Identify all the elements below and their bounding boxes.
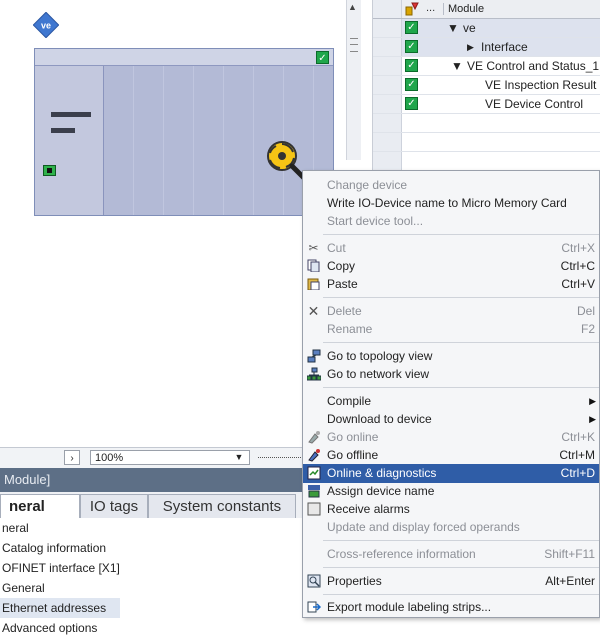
menu-item-start-device-tool[interactable]: Start device tool...: [303, 212, 599, 231]
tree-row-label: VE Inspection Result: [485, 78, 597, 92]
zoom-select[interactable]: 100%: [90, 450, 250, 465]
nav-item-general[interactable]: neral: [0, 518, 29, 538]
network-icon: [306, 367, 321, 382]
ve-badge-label: ve: [41, 21, 51, 31]
module-column-header[interactable]: Module: [443, 3, 484, 15]
tree-row[interactable]: ✓ ▼ VE Control and Status_1: [373, 57, 600, 76]
check-icon: ✓: [405, 21, 418, 34]
menu-item-download-to-device[interactable]: Download to device ▶: [303, 410, 599, 429]
tree-row[interactable]: ✓ VE Inspection Result: [373, 76, 600, 95]
go-offline-icon: [306, 448, 321, 463]
led-bar: [51, 128, 75, 133]
nav-item-general-sub[interactable]: General: [0, 578, 45, 598]
menu-item-go-to-topology-view[interactable]: Go to topology view: [303, 347, 599, 366]
zoom-value: 100%: [95, 452, 124, 464]
inspector-tabs: neral IO tags System constants: [0, 492, 310, 519]
tree-row[interactable]: ✓ ▶ Interface: [373, 38, 600, 57]
nav-item-profinet-interface[interactable]: OFINET interface [X1]: [0, 558, 120, 578]
menu-item-online-diagnostics[interactable]: Online & diagnostics Ctrl+D: [303, 464, 599, 483]
nav-item-ethernet-addresses[interactable]: Ethernet addresses: [0, 598, 120, 618]
nav-item-advanced-options[interactable]: Advanced options: [0, 618, 97, 638]
device-header: ✓: [35, 49, 333, 66]
tree-row-label: Interface: [481, 40, 528, 54]
inspector-nav: neral Catalog information OFINET interfa…: [0, 518, 310, 635]
module-status-icon: [405, 2, 419, 16]
tree-row[interactable]: ✓ VE Device Control: [373, 95, 600, 114]
expander-icon[interactable]: ▼: [451, 59, 463, 73]
menu-item-assign-device-name[interactable]: Assign device name: [303, 482, 599, 501]
zoom-slider[interactable]: [258, 457, 303, 458]
menu-item-properties[interactable]: Properties Alt+Enter: [303, 572, 599, 591]
menu-item-copy[interactable]: Copy Ctrl+C: [303, 257, 599, 276]
device-head-module[interactable]: [35, 66, 104, 215]
tab-io-tags[interactable]: IO tags: [80, 494, 148, 518]
nav-item-catalog-information[interactable]: Catalog information: [0, 538, 106, 558]
tree-header: ... Module: [373, 0, 600, 19]
expander-icon[interactable]: ▼: [447, 21, 459, 35]
menu-item-update-forced-operands[interactable]: Update and display forced operands: [303, 518, 599, 537]
device-slots[interactable]: [104, 66, 333, 215]
check-icon: ✓: [405, 59, 418, 72]
assign-name-icon: [306, 484, 321, 499]
export-icon: [306, 600, 321, 615]
menu-item-go-online[interactable]: Go online Ctrl+K: [303, 428, 599, 447]
diagnostics-icon: [306, 466, 321, 481]
properties-icon: [306, 574, 321, 589]
tree-row: [373, 133, 600, 152]
tab-general[interactable]: neral: [0, 494, 80, 518]
copy-icon: [306, 259, 321, 274]
menu-item-write-io-device-name[interactable]: Write IO-Device name to Micro Memory Car…: [303, 194, 599, 213]
device-box[interactable]: ✓: [34, 48, 334, 216]
submenu-arrow-icon: ▶: [589, 414, 596, 424]
paste-icon: [306, 277, 321, 292]
menu-item-go-to-network-view[interactable]: Go to network view: [303, 365, 599, 384]
menu-item-change-device[interactable]: Change device: [303, 176, 599, 195]
scroll-grip[interactable]: [350, 38, 358, 52]
column-options[interactable]: ...: [426, 2, 435, 14]
go-online-icon: [306, 430, 321, 445]
check-icon: ✓: [405, 97, 418, 110]
tree-row-label: VE Device Control: [485, 97, 584, 111]
inspector-title: Module]: [0, 468, 310, 492]
tree-row: [373, 114, 600, 133]
chevron-down-icon[interactable]: ▼: [232, 451, 246, 463]
ve-badge-icon: ve: [33, 12, 59, 38]
tree-row[interactable]: ✓ ▼ ve: [373, 19, 600, 38]
module-tree: ... Module ✓ ▼ ve ✓ ▶ Interface ✓ ▼ VE C…: [372, 0, 600, 175]
check-icon: ✓: [316, 51, 329, 64]
menu-item-delete[interactable]: ✕ Delete Del: [303, 302, 599, 321]
context-menu: Change device Write IO-Device name to Mi…: [302, 170, 600, 618]
menu-item-receive-alarms[interactable]: Receive alarms: [303, 500, 599, 519]
tab-system-constants[interactable]: System constants: [148, 494, 296, 518]
menu-item-cross-reference[interactable]: Cross-reference information Shift+F11: [303, 545, 599, 564]
tree-row-label: VE Control and Status_1: [467, 59, 600, 73]
ethernet-port-icon[interactable]: [43, 165, 56, 176]
menu-item-compile[interactable]: Compile ▶: [303, 392, 599, 411]
tree-row-label: ve: [463, 21, 476, 35]
tree-row: [373, 152, 600, 171]
led-bar: [51, 112, 91, 117]
menu-item-paste[interactable]: Paste Ctrl+V: [303, 275, 599, 294]
expander-icon[interactable]: ▶: [467, 42, 474, 53]
menu-item-go-offline[interactable]: Go offline Ctrl+M: [303, 446, 599, 465]
scissors-icon: ✂: [308, 241, 319, 255]
scroll-right-button[interactable]: ›: [64, 450, 80, 465]
menu-item-cut[interactable]: ✂ Cut Ctrl+X: [303, 239, 599, 258]
alarm-checkbox-icon[interactable]: [306, 502, 321, 517]
check-icon: ✓: [405, 40, 418, 53]
check-icon: ✓: [405, 78, 418, 91]
submenu-arrow-icon: ▶: [589, 396, 596, 406]
menu-item-export-labeling-strips[interactable]: Export module labeling strips...: [303, 598, 599, 617]
menu-item-rename[interactable]: Rename F2: [303, 320, 599, 339]
zoom-bar: › 100% ▼: [0, 447, 310, 468]
tree-scrollbar[interactable]: ▲: [346, 0, 361, 160]
scroll-up-icon[interactable]: ▲: [348, 2, 357, 12]
delete-icon: ✕: [307, 303, 320, 319]
topology-icon: [306, 349, 321, 364]
